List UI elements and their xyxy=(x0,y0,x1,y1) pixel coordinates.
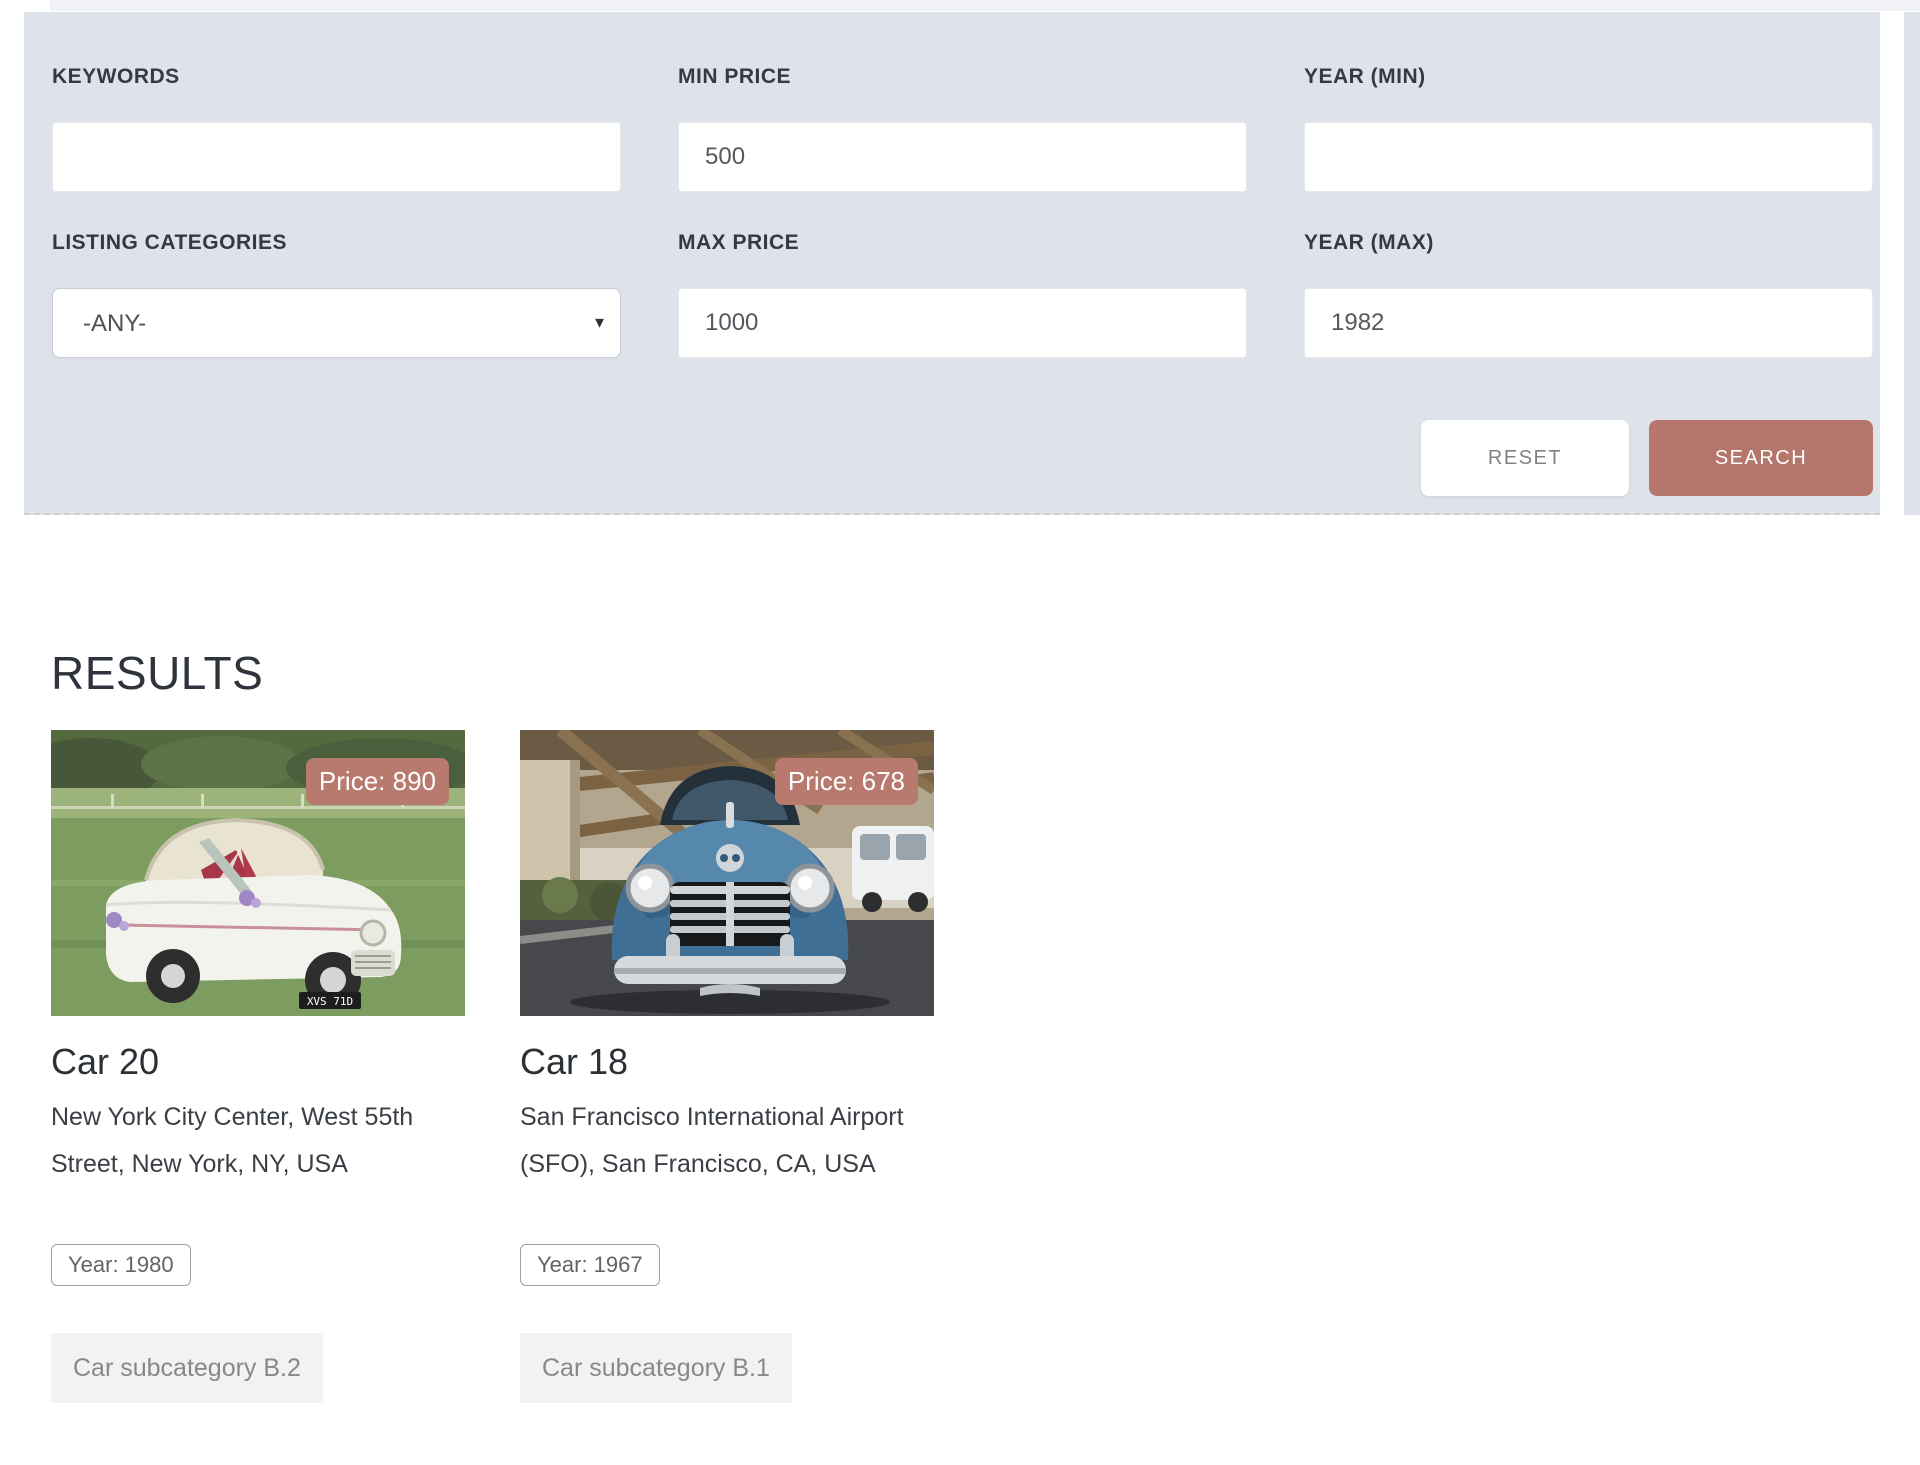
listing-photo-car-18[interactable]: Price: 678 xyxy=(520,730,934,1016)
year-badge: Year: 1980 xyxy=(51,1244,191,1286)
field-keywords: KEYWORDS xyxy=(52,62,621,192)
year-min-label: YEAR (MIN) xyxy=(1304,65,1426,88)
price-badge: Price: 678 xyxy=(774,758,918,805)
field-max-price: MAX PRICE xyxy=(678,228,1247,358)
filter-grid: KEYWORDS MIN PRICE YEAR (MIN) LISTING CA… xyxy=(24,12,1880,496)
listing-categories-select[interactable]: -ANY- xyxy=(52,288,621,358)
listing-location: San Francisco International Airport (SFO… xyxy=(520,1103,904,1178)
results-cards: XVS 71D Price: 890 Car 20 New York City … xyxy=(51,730,1881,1403)
listing-location: New York City Center, West 55th Street, … xyxy=(51,1103,414,1178)
listing-categories-label: LISTING CATEGORIES xyxy=(52,231,287,254)
field-year-min: YEAR (MIN) xyxy=(1304,62,1873,192)
listing-title[interactable]: Car 18 xyxy=(520,1040,934,1084)
keywords-label: KEYWORDS xyxy=(52,65,180,88)
field-year-max: YEAR (MAX) xyxy=(1304,228,1873,358)
results-heading: RESULTS xyxy=(51,647,264,699)
max-price-label: MAX PRICE xyxy=(678,231,800,254)
panel-right-fragment xyxy=(1904,12,1920,515)
results-section: RESULTS XVS 71D Price: 890 Car 20 New Yo… xyxy=(51,640,1881,1403)
price-badge: Price: 890 xyxy=(305,758,449,805)
keywords-input[interactable] xyxy=(52,122,621,192)
listing-card: Price: 678 Car 18 San Francisco Internat… xyxy=(520,730,934,1403)
category-tag[interactable]: Car subcategory B.2 xyxy=(51,1333,323,1403)
year-max-input[interactable] xyxy=(1304,288,1873,358)
reset-button[interactable]: RESET xyxy=(1421,420,1629,496)
filter-buttons-row: RESET SEARCH xyxy=(52,420,1873,496)
field-listing-categories: LISTING CATEGORIES -ANY- ▼ xyxy=(52,228,621,358)
max-price-input[interactable] xyxy=(678,288,1247,358)
svg-text:XVS 71D: XVS 71D xyxy=(307,995,353,1008)
listing-photo-car-20[interactable]: XVS 71D Price: 890 xyxy=(51,730,465,1016)
year-min-input[interactable] xyxy=(1304,122,1873,192)
min-price-input[interactable] xyxy=(678,122,1247,192)
category-tag[interactable]: Car subcategory B.1 xyxy=(520,1333,792,1403)
year-max-label: YEAR (MAX) xyxy=(1304,231,1434,254)
year-badge: Year: 1967 xyxy=(520,1244,660,1286)
min-price-label: MIN PRICE xyxy=(678,65,792,88)
field-min-price: MIN PRICE xyxy=(678,62,1247,192)
page-top-strip xyxy=(50,0,1920,11)
listing-title[interactable]: Car 20 xyxy=(51,1040,465,1084)
listing-card: XVS 71D Price: 890 Car 20 New York City … xyxy=(51,730,465,1403)
search-filter-panel: KEYWORDS MIN PRICE YEAR (MIN) LISTING CA… xyxy=(24,12,1880,515)
listing-categories-select-wrap: -ANY- ▼ xyxy=(52,288,621,358)
search-button[interactable]: SEARCH xyxy=(1649,420,1873,496)
